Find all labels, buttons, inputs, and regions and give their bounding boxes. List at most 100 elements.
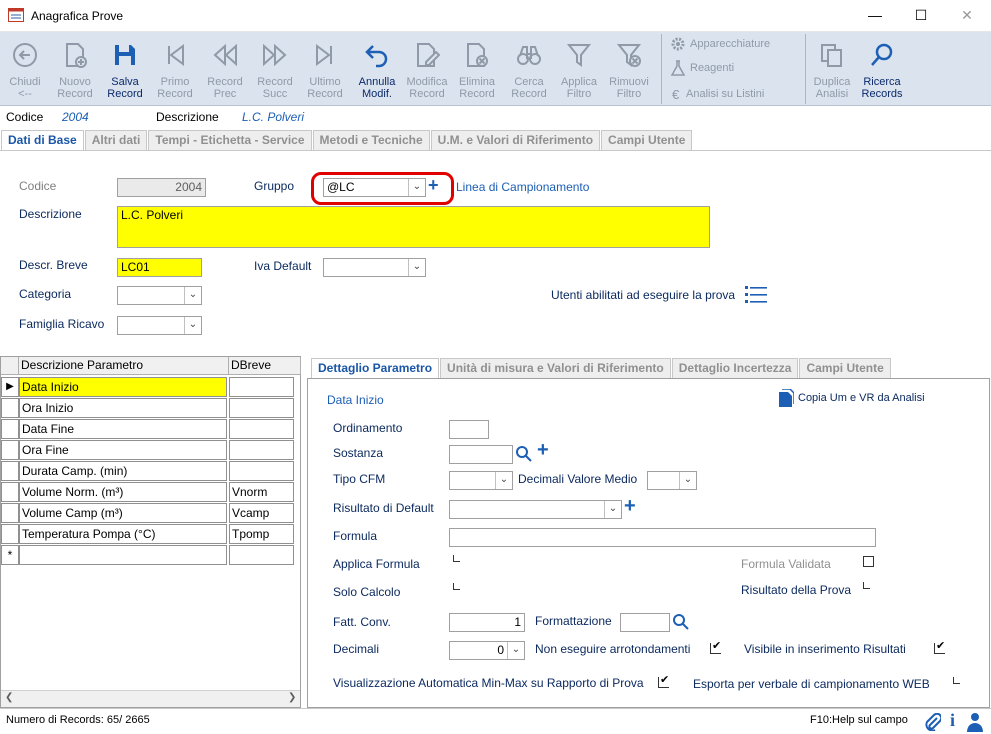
vis-auto-min-max-checkbox[interactable]: ✔ (658, 675, 669, 688)
row-selector[interactable] (1, 503, 19, 523)
famiglia-ricavo-select[interactable]: ⌄ (117, 316, 202, 335)
chevron-down-icon[interactable]: ⌄ (408, 179, 425, 196)
annulla-modif-button[interactable]: Annulla Modif. (352, 36, 402, 102)
tab-campi-utente[interactable]: Campi Utente (601, 130, 693, 150)
user-help-icon[interactable] (966, 712, 984, 732)
tab-dettaglio-incertezza[interactable]: Dettaglio Incertezza (671, 358, 799, 378)
row-selector[interactable] (1, 398, 19, 418)
nuovo-record-button[interactable]: Nuovo Record (50, 36, 100, 102)
categoria-select[interactable]: ⌄ (117, 286, 202, 305)
column-header-descrizione[interactable]: Descrizione Parametro (19, 357, 229, 375)
table-row[interactable]: ▶ Data Inizio (1, 377, 301, 398)
chevron-down-icon[interactable]: ⌄ (679, 472, 696, 489)
attachment-icon[interactable] (925, 713, 941, 731)
risultato-prova-checkbox[interactable] (863, 582, 870, 589)
parameter-description-cell[interactable]: Durata Camp. (min) (19, 461, 227, 481)
row-selector[interactable] (1, 440, 19, 460)
search-icon[interactable] (515, 445, 533, 463)
tab-unita-misura[interactable]: Unità di misura e Valori di Riferimento (440, 358, 671, 378)
iva-default-select[interactable]: ⌄ (323, 258, 426, 277)
chevron-down-icon[interactable]: ⌄ (495, 472, 512, 489)
sostanza-field[interactable] (449, 445, 513, 464)
table-row[interactable]: Volume Camp (m³) Vcamp (1, 503, 301, 524)
parameter-short-cell[interactable]: Vnorm (229, 482, 294, 502)
chevron-down-icon[interactable]: ⌄ (507, 642, 524, 659)
descrizione-field[interactable]: L.C. Polveri (117, 206, 710, 248)
search-icon[interactable] (672, 613, 690, 631)
tab-dettaglio-parametro[interactable]: Dettaglio Parametro (311, 358, 440, 378)
applica-filtro-button[interactable]: Applica Filtro (554, 36, 604, 102)
salva-record-button[interactable]: Salva Record (100, 36, 150, 102)
solo-calcolo-checkbox[interactable] (453, 583, 460, 590)
row-selector[interactable] (1, 419, 19, 439)
minimize-button[interactable]: — (852, 0, 898, 30)
chevron-down-icon[interactable]: ⌄ (604, 501, 621, 518)
ultimo-record-button[interactable]: Ultimo Record (300, 36, 350, 102)
parameter-description-cell[interactable]: Ora Fine (19, 440, 227, 460)
parameter-description-cell[interactable]: Data Inizio (19, 377, 227, 397)
utenti-abilitati-label[interactable]: Utenti abilitati ad eseguire la prova (551, 288, 735, 302)
row-selector[interactable] (1, 524, 19, 544)
table-row[interactable]: Ora Fine (1, 440, 301, 461)
table-row[interactable]: Durata Camp. (min) (1, 461, 301, 482)
add-gruppo-icon[interactable]: + (428, 175, 439, 196)
parameter-short-cell[interactable] (229, 461, 294, 481)
esporta-verbale-checkbox[interactable] (953, 677, 960, 684)
parameter-short-cell[interactable] (229, 545, 294, 565)
chiudi-button[interactable]: Chiudi <-- (0, 36, 50, 102)
chevron-down-icon[interactable]: ⌄ (184, 287, 201, 304)
descr-breve-field[interactable]: LC01 (117, 258, 202, 277)
add-sostanza-icon[interactable]: + (537, 439, 549, 462)
primo-record-button[interactable]: Primo Record (150, 36, 200, 102)
new-row[interactable]: * (1, 545, 301, 566)
parameter-short-cell[interactable] (229, 398, 294, 418)
tab-dati-di-base[interactable]: Dati di Base (1, 130, 84, 150)
fatt-conv-field[interactable]: 1 (449, 613, 525, 632)
info-icon[interactable]: i (950, 710, 955, 731)
parameter-short-cell[interactable]: Tpomp (229, 524, 294, 544)
parameter-short-cell[interactable] (229, 440, 294, 460)
tipo-cfm-select[interactable]: ⌄ (449, 471, 513, 490)
scroll-right-icon[interactable]: ❯ (288, 692, 296, 703)
parameter-description-cell[interactable]: Volume Norm. (m³) (19, 482, 227, 502)
list-icon[interactable] (745, 285, 767, 303)
decimali-valore-medio-select[interactable]: ⌄ (647, 471, 697, 490)
parameter-short-cell[interactable]: Vcamp (229, 503, 294, 523)
table-row[interactable]: Ora Inizio (1, 398, 301, 419)
maximize-button[interactable]: ☐ (898, 0, 944, 30)
linea-campionamento-link[interactable]: Linea di Campionamento (456, 180, 589, 194)
scroll-left-icon[interactable]: ❮ (5, 692, 13, 703)
parameter-description-cell[interactable]: Temperatura Pompa (°C) (19, 524, 227, 544)
parameter-short-cell[interactable] (229, 419, 294, 439)
non-arrotondamenti-checkbox[interactable]: ✔ (710, 641, 721, 654)
formula-validata-checkbox[interactable] (863, 556, 874, 567)
table-row[interactable]: Data Fine (1, 419, 301, 440)
copy-document-icon[interactable] (778, 389, 794, 407)
modifica-record-button[interactable]: Modifica Record (402, 36, 452, 102)
row-selector[interactable] (1, 461, 19, 481)
formula-field[interactable] (449, 528, 876, 547)
tab-um-valori-riferimento[interactable]: U.M. e Valori di Riferimento (430, 130, 601, 150)
codice-field[interactable]: 2004 (117, 178, 206, 197)
tab-metodi-tecniche[interactable]: Metodi e Tecniche (312, 130, 430, 150)
parameter-description-cell[interactable]: Data Fine (19, 419, 227, 439)
tab-tempi-etichetta-service[interactable]: Tempi - Etichetta - Service (148, 130, 312, 150)
column-header-dbreve[interactable]: DBreve (229, 357, 301, 375)
ordinamento-field[interactable] (449, 420, 489, 439)
row-selector[interactable] (1, 482, 19, 502)
tab-detail-campi-utente[interactable]: Campi Utente (799, 358, 891, 378)
add-risultato-icon[interactable]: + (624, 495, 636, 518)
horizontal-scrollbar[interactable]: ❮ ❯ (1, 690, 300, 707)
duplica-analisi-button[interactable]: Duplica Analisi (807, 36, 857, 102)
risultato-default-select[interactable]: ⌄ (449, 500, 622, 519)
record-succ-button[interactable]: Record Succ (250, 36, 300, 102)
tab-altri-dati[interactable]: Altri dati (84, 130, 148, 150)
formattazione-field[interactable] (620, 613, 670, 632)
ricerca-records-button[interactable]: Ricerca Records (857, 36, 907, 102)
chevron-down-icon[interactable]: ⌄ (184, 317, 201, 334)
elimina-record-button[interactable]: Elimina Record (452, 36, 502, 102)
table-row[interactable]: Temperatura Pompa (°C) Tpomp (1, 524, 301, 545)
applica-formula-checkbox[interactable] (453, 555, 460, 562)
parameter-description-cell[interactable]: Ora Inizio (19, 398, 227, 418)
copia-um-vr-link[interactable]: Copia Um e VR da Analisi (798, 392, 925, 404)
